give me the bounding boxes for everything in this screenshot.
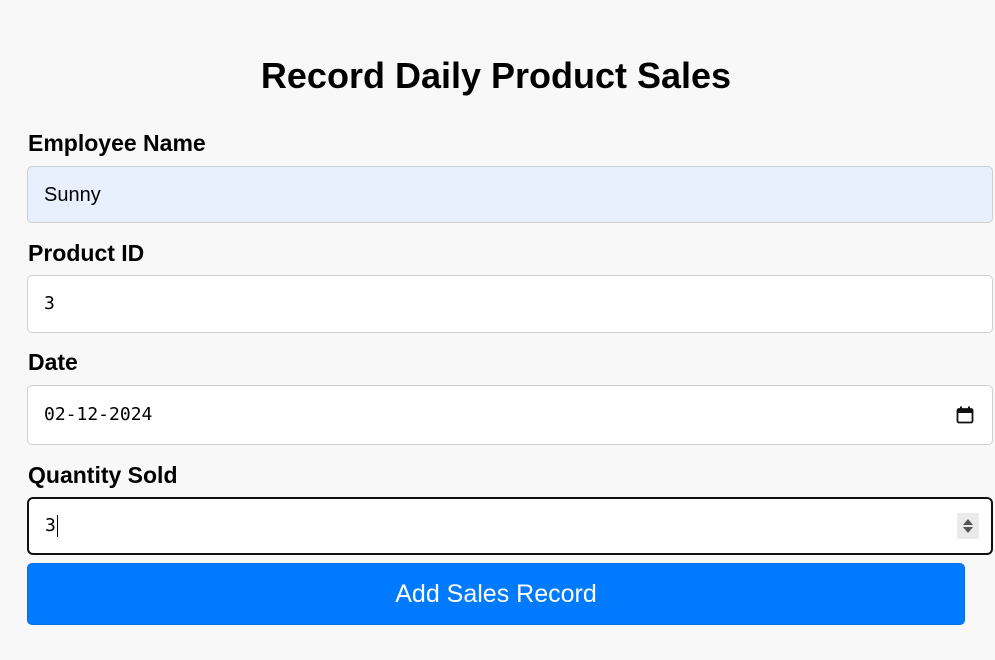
employee-name-value: Sunny [44, 183, 101, 206]
text-caret [56, 515, 58, 537]
date-input[interactable]: 02-12-2024 [27, 385, 993, 445]
add-sales-record-button[interactable]: Add Sales Record [27, 563, 965, 625]
quantity-sold-input[interactable]: 3 [27, 497, 993, 555]
product-id-value: 3 [44, 293, 55, 314]
quantity-sold-value: 3 [45, 515, 58, 537]
date-value: 02-12-2024 [44, 404, 153, 425]
date-label: Date [28, 349, 78, 375]
employee-name-label: Employee Name [28, 130, 206, 156]
calendar-icon[interactable] [956, 406, 974, 424]
employee-name-input[interactable]: Sunny [27, 166, 993, 223]
page-title: Record Daily Product Sales [260, 55, 732, 96]
quantity-sold-label: Quantity Sold [28, 462, 178, 488]
product-id-input[interactable]: 3 [27, 275, 993, 333]
sales-form-page: Record Daily Product Sales Employee Name… [0, 0, 995, 660]
spinner-arrows-icon[interactable] [957, 513, 979, 539]
product-id-label: Product ID [28, 240, 145, 266]
